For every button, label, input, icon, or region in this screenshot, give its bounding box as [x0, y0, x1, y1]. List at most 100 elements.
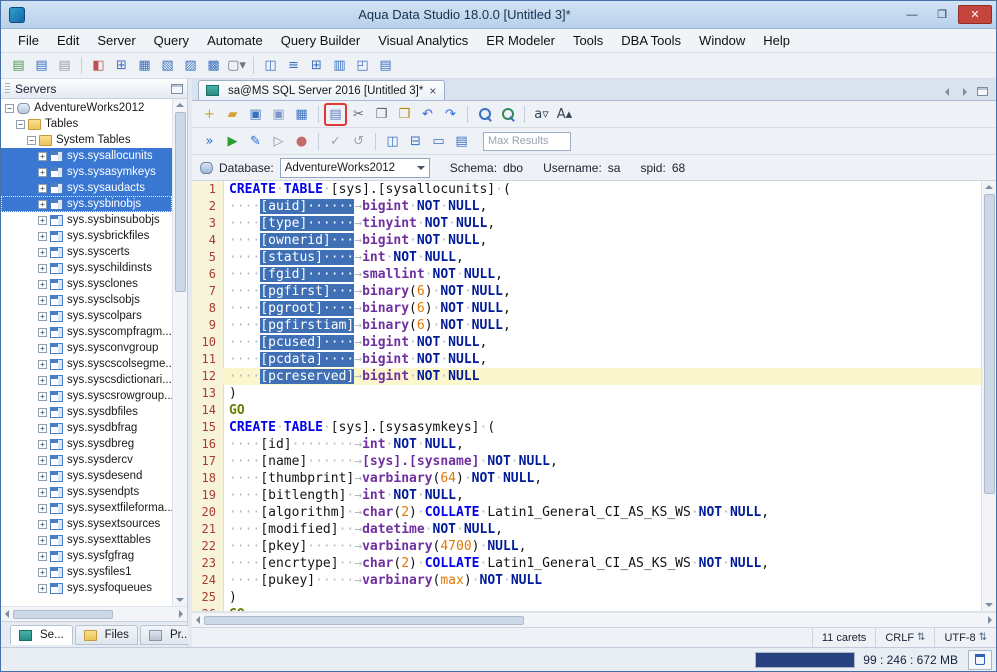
menu-edit[interactable]: Edit: [48, 30, 88, 51]
expand-icon[interactable]: +: [38, 152, 47, 161]
code-line-22[interactable]: 22····[pkey]······→varbinary(4700)·NULL,: [192, 538, 981, 555]
expand-icon[interactable]: +: [38, 504, 47, 513]
code-line-20[interactable]: 20····[algorithm]·→char(2)·COLLATE·Latin…: [192, 504, 981, 521]
expand-icon[interactable]: +: [38, 248, 47, 257]
menu-dba-tools[interactable]: DBA Tools: [612, 30, 690, 51]
new-query-analyzer-icon[interactable]: ◧: [88, 55, 109, 76]
code-line-12[interactable]: 12····[pcreserved]→bigint·NOT·NULL: [192, 368, 981, 385]
expand-icon[interactable]: +: [38, 440, 47, 449]
code-line-11[interactable]: 11····[pcdata]····→bigint·NOT·NULL,: [192, 351, 981, 368]
code-line-16[interactable]: 16····[id]········→int·NOT·NULL,: [192, 436, 981, 453]
next-document-icon[interactable]: [963, 88, 967, 96]
tree-item-sys-sysallocunits[interactable]: +sys.sysallocunits: [1, 148, 172, 164]
tree-item-sys-sysbinsubobjs[interactable]: +sys.sysbinsubobjs: [1, 212, 172, 228]
print-icon[interactable]: ▤: [325, 104, 346, 125]
menu-help[interactable]: Help: [754, 30, 799, 51]
editor-hscroll-thumb[interactable]: [204, 616, 524, 625]
code-line-9[interactable]: 9····[pgfirstiam]→binary(6)·NOT·NULL,: [192, 317, 981, 334]
tree-item-sys-sysextsources[interactable]: +sys.sysextsources: [1, 516, 172, 532]
increase-font-icon[interactable]: A▴: [554, 104, 575, 125]
expand-icon[interactable]: +: [38, 312, 47, 321]
tree-item-sys-sysdbreg[interactable]: +sys.sysdbreg: [1, 436, 172, 452]
expand-icon[interactable]: +: [38, 296, 47, 305]
tree-item-tables[interactable]: −Tables: [1, 116, 172, 132]
tree-item-sys-sysclones[interactable]: +sys.sysclones: [1, 276, 172, 292]
grid-results-icon[interactable]: ◫: [260, 55, 281, 76]
find-icon[interactable]: [474, 104, 495, 125]
find-selected-icon[interactable]: [497, 104, 518, 125]
code-line-6[interactable]: 6····[fgid]······→smallint·NOT·NULL,: [192, 266, 981, 283]
tree-vscroll-thumb[interactable]: [175, 112, 186, 292]
panel-tab-files[interactable]: Files: [75, 625, 138, 645]
menu-file[interactable]: File: [9, 30, 48, 51]
code-area[interactable]: 1CREATE·TABLE·[sys].[sysallocunits]·(2··…: [192, 181, 981, 611]
expand-icon[interactable]: +: [38, 200, 47, 209]
commit-icon[interactable]: ✓: [325, 131, 346, 152]
expand-icon[interactable]: +: [38, 328, 47, 337]
collapse-icon[interactable]: −: [16, 120, 25, 129]
table-data-editor-icon[interactable]: ▩: [203, 55, 224, 76]
results-window-icon[interactable]: ▤: [451, 131, 472, 152]
scroll-left-icon[interactable]: [196, 616, 200, 624]
save-all-icon[interactable]: ▦: [291, 104, 312, 125]
scroll-right-icon[interactable]: [179, 610, 183, 618]
expand-icon[interactable]: +: [38, 184, 47, 193]
tree-vertical-scrollbar[interactable]: [172, 99, 187, 606]
code-line-25[interactable]: 25): [192, 589, 981, 606]
expand-icon[interactable]: +: [38, 488, 47, 497]
sql-editor[interactable]: 1CREATE·TABLE·[sys].[sysallocunits]·(2··…: [192, 181, 996, 612]
code-line-8[interactable]: 8····[pgroot]····→binary(6)·NOT·NULL,: [192, 300, 981, 317]
expand-icon[interactable]: +: [38, 168, 47, 177]
menu-visual-analytics[interactable]: Visual Analytics: [369, 30, 477, 51]
expand-icon[interactable]: +: [38, 376, 47, 385]
split-tab-vertical-icon[interactable]: ⊟: [405, 131, 426, 152]
scroll-up-icon[interactable]: [985, 185, 993, 189]
code-line-24[interactable]: 24····[pukey]·····→varbinary(max)·NOT·NU…: [192, 572, 981, 589]
connect-server-icon[interactable]: ▤: [31, 55, 52, 76]
menu-er-modeler[interactable]: ER Modeler: [477, 30, 564, 51]
maximize-editor-icon[interactable]: [977, 87, 988, 96]
scroll-up-icon[interactable]: [176, 103, 184, 107]
tree-hscroll-thumb[interactable]: [13, 610, 113, 619]
tree-item-sys-sysaudacts[interactable]: +sys.sysaudacts: [1, 180, 172, 196]
scroll-right-icon[interactable]: [988, 616, 992, 624]
visual-analytics-icon[interactable]: ▦: [134, 55, 155, 76]
expand-icon[interactable]: +: [38, 408, 47, 417]
query-builder-icon[interactable]: ⊞: [111, 55, 132, 76]
code-line-15[interactable]: 15CREATE·TABLE·[sys].[sysasymkeys]·(: [192, 419, 981, 436]
expand-icon[interactable]: +: [38, 552, 47, 561]
save-file-as-icon[interactable]: ▣: [268, 104, 289, 125]
encoding-selector[interactable]: UTF-8 ⇅: [934, 628, 996, 647]
code-line-14[interactable]: 14GO: [192, 402, 981, 419]
tree-item-sys-syscsrowgroup[interactable]: +sys.syscsrowgroup...: [1, 388, 172, 404]
expand-icon[interactable]: +: [38, 536, 47, 545]
rollback-icon[interactable]: ↺: [348, 131, 369, 152]
tree-item-sys-sysextfileforma[interactable]: +sys.sysextfileforma...: [1, 500, 172, 516]
tree-item-adventureworks2012[interactable]: −AdventureWorks2012: [1, 100, 172, 116]
max-results-input[interactable]: [483, 132, 571, 151]
scroll-down-icon[interactable]: [176, 598, 184, 602]
execute-explain-icon[interactable]: ▷: [268, 131, 289, 152]
pivot-grid-icon[interactable]: ⊞: [306, 55, 327, 76]
minimize-button[interactable]: —: [898, 5, 926, 24]
decrease-font-icon[interactable]: a▿: [531, 104, 552, 125]
collapse-icon[interactable]: −: [27, 136, 36, 145]
expand-icon[interactable]: +: [38, 264, 47, 273]
tree-item-sys-syscompfragm[interactable]: +sys.syscompfragm...: [1, 324, 172, 340]
tree-item-sys-sysfoqueues[interactable]: +sys.sysfoqueues: [1, 580, 172, 596]
stop-icon[interactable]: ●: [291, 131, 312, 152]
expand-icon[interactable]: +: [38, 584, 47, 593]
code-line-23[interactable]: 23····[encrtype]··→char(2)·COLLATE·Latin…: [192, 555, 981, 572]
editor-horizontal-scrollbar[interactable]: [192, 612, 996, 627]
tree-item-sys-sysfiles1[interactable]: +sys.sysfiles1: [1, 564, 172, 580]
code-line-4[interactable]: 4····[ownerid]···→bigint·NOT·NULL,: [192, 232, 981, 249]
code-line-3[interactable]: 3····[type]······→tinyint·NOT·NULL,: [192, 215, 981, 232]
expand-icon[interactable]: +: [38, 520, 47, 529]
split-tab-horizontal-icon[interactable]: ◫: [382, 131, 403, 152]
tree-item-sys-syscscolsegme[interactable]: +sys.syscscolsegme...: [1, 356, 172, 372]
editor-vertical-scrollbar[interactable]: [981, 181, 996, 611]
text-results-icon[interactable]: ≡: [283, 55, 304, 76]
tree-item-sys-sysdbfrag[interactable]: +sys.sysdbfrag: [1, 420, 172, 436]
code-line-26[interactable]: 26GO: [192, 606, 981, 611]
float-panel-icon[interactable]: [171, 84, 183, 94]
